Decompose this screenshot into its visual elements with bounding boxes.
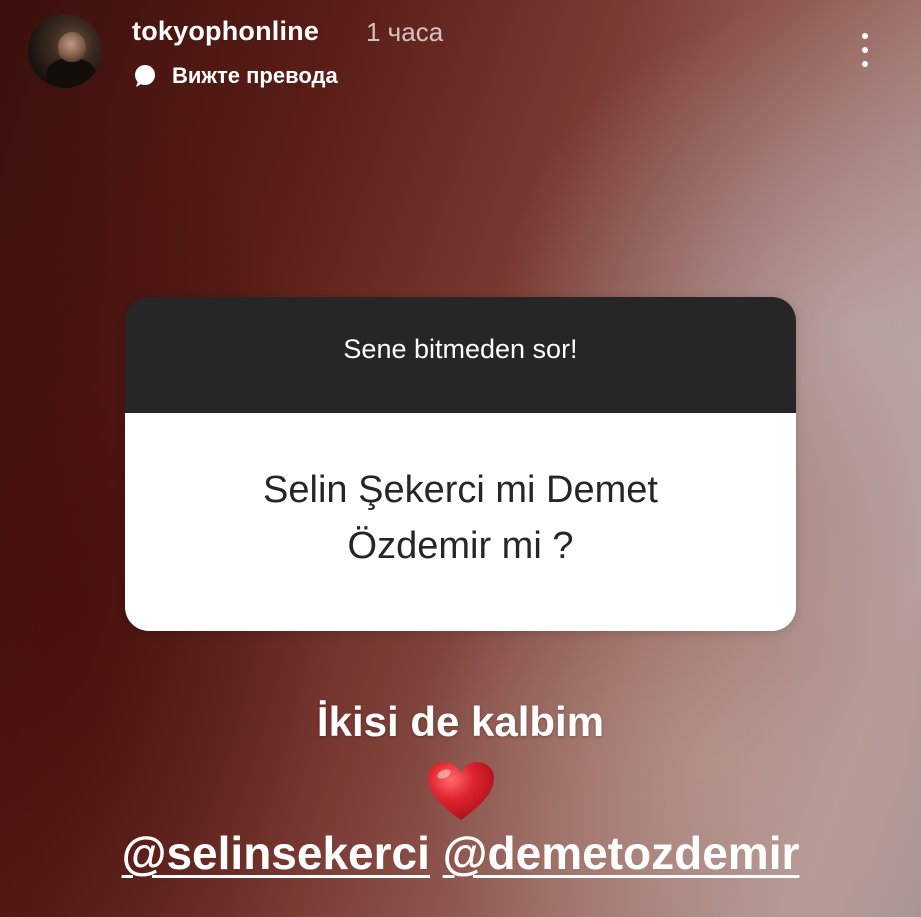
- post-timestamp: 1 часа: [366, 17, 444, 47]
- avatar-silhouette: [46, 58, 96, 88]
- mention-selinsekerci[interactable]: @selinsekerci: [122, 827, 430, 879]
- question-text: Selin Şekerci mi Demet Özdemir mi ?: [263, 469, 658, 567]
- avatar-face: [58, 32, 86, 62]
- question-sticker-header: Sene bitmeden sor!: [125, 297, 796, 413]
- more-vertical-icon-dot: [862, 47, 868, 53]
- story-reply-text: İkisi de kalbim: [316, 698, 605, 745]
- username-link[interactable]: tokyophonline: [132, 16, 319, 47]
- question-prompt: Sene bitmeden sor!: [343, 333, 578, 364]
- more-options-button[interactable]: [852, 30, 878, 70]
- profile-avatar[interactable]: [28, 14, 102, 88]
- mentions-row: @selinsekerci @demetozdemir: [0, 826, 921, 880]
- question-sticker-body: Selin Şekerci mi Demet Özdemir mi ?: [125, 413, 796, 631]
- more-vertical-icon: [862, 33, 868, 39]
- see-translation-button[interactable]: Вижте превода: [132, 62, 338, 90]
- see-translation-label: Вижте превода: [172, 63, 338, 88]
- mention-demetozdemir[interactable]: @demetozdemir: [443, 827, 800, 879]
- more-vertical-icon-dot: [862, 61, 868, 67]
- speech-bubble-icon: [135, 65, 155, 87]
- question-sticker: Sene bitmeden sor! Selin Şekerci mi Deme…: [125, 297, 796, 631]
- red-heart-icon: [428, 762, 494, 820]
